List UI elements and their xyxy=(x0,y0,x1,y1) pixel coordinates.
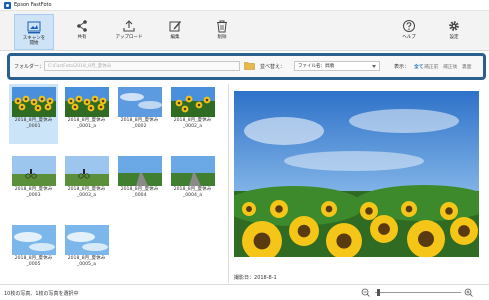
photo-thumbnail[interactable]: 2018_8月_夏休み _0003 xyxy=(9,153,58,213)
photo-thumbnail[interactable]: 2018_8月_夏休み _0004_a xyxy=(168,153,217,213)
folder-path-field[interactable]: C:\FastFoto\2018_8月_夏休み xyxy=(44,61,240,71)
display-label: 表示： xyxy=(394,64,410,70)
title-bar: Epson FastFoto xyxy=(0,0,489,11)
zoom-slider-handle[interactable] xyxy=(376,289,380,296)
thumbnail-image xyxy=(64,225,109,255)
shot-date: 撮影日：2018-8-1 xyxy=(234,274,277,281)
delete-button-label: 削除 xyxy=(217,35,227,40)
photo-thumbnail[interactable]: 2018_8月_夏休み _0005_a xyxy=(62,222,111,282)
settings-button-label: 設定 xyxy=(449,35,459,40)
scanner-icon xyxy=(27,21,41,34)
thumbnail-grid: 2018_8月_夏休み _0001 2018_8月_夏休み _0001_a 2018… xyxy=(9,84,225,284)
thumbnail-caption: 2018_8月_夏休み _0003_a xyxy=(67,187,106,198)
thumbnail-caption: 2018_8月_夏休み _0001 xyxy=(14,118,53,129)
thumbnail-caption: 2018_8月_夏休み _0004_a xyxy=(173,187,212,198)
upload-button-label: アップロード xyxy=(115,35,143,40)
share-button[interactable]: 共有 xyxy=(62,14,102,50)
photo-thumbnail[interactable]: 2018_8月_夏休み _0001 xyxy=(9,84,58,144)
thumbnail-image xyxy=(117,156,162,186)
photo-thumbnail[interactable]: 2018_8月_夏休み _0002_a xyxy=(168,84,217,144)
upload-icon xyxy=(123,20,135,32)
thumbnail-image xyxy=(11,87,56,117)
thumbnail-image xyxy=(64,156,109,186)
scan-button[interactable]: スキャンを 開始 xyxy=(14,14,54,50)
photo-thumbnail[interactable]: 2018_8月_夏休み _0004 xyxy=(115,153,164,213)
thumbnail-caption: 2018_8月_夏休み _0005 xyxy=(14,256,53,267)
settings-button[interactable]: 設定 xyxy=(434,14,474,50)
trash-icon xyxy=(217,20,227,33)
thumbnail-image xyxy=(170,156,215,186)
thumbnail-caption: 2018_8月_夏休み _0001_a xyxy=(67,118,106,129)
gear-icon xyxy=(449,21,459,31)
folder-label: フォルダー： xyxy=(14,64,45,70)
help-button[interactable]: ヘルプ xyxy=(389,14,429,50)
display-option-all[interactable]: 全て xyxy=(414,63,424,70)
status-bar: 10枚の写真、1枚の写真を選択中 xyxy=(0,284,489,300)
folder-icon[interactable] xyxy=(244,61,255,70)
thumbnail-caption: 2018_8月_夏休み _0002_a xyxy=(173,118,212,129)
zoom-in-icon[interactable] xyxy=(464,288,473,297)
shot-date-value: 2018-8-1 xyxy=(254,275,277,281)
display-option-after[interactable]: 補正後 xyxy=(443,63,457,70)
zoom-out-icon[interactable] xyxy=(361,288,370,297)
sunflower-photo xyxy=(234,91,479,257)
scan-button-label: スキャンを 開始 xyxy=(22,36,46,46)
thumbnail-image xyxy=(64,87,109,117)
photo-thumbnail[interactable]: 2018_8月_夏休み _0002 xyxy=(115,84,164,144)
photo-thumbnail[interactable]: 2018_8月_夏休み _0001_a xyxy=(62,84,111,144)
app-title: Epson FastFoto xyxy=(14,2,52,8)
thumbnail-caption: 2018_8月_夏休み _0004 xyxy=(120,187,159,198)
thumbnail-image xyxy=(11,225,56,255)
thumbnail-caption: 2018_8月_夏休み _0005_a xyxy=(67,256,106,267)
thumbnail-image xyxy=(11,156,56,186)
help-button-label: ヘルプ xyxy=(402,35,416,40)
thumbnail-caption: 2018_8月_夏休み _0002 xyxy=(120,118,159,129)
photo-thumbnail[interactable]: 2018_8月_夏休み _0005 xyxy=(9,222,58,282)
pane-divider xyxy=(228,84,229,283)
thumbnail-image xyxy=(117,87,162,117)
edit-icon xyxy=(169,21,181,32)
display-option-before[interactable]: 補正前 xyxy=(424,63,438,70)
status-text: 10枚の写真、1枚の写真を選択中 xyxy=(4,291,79,297)
filter-bar: フォルダー： C:\FastFoto\2018_8月_夏休み 並べ替え： ファイ… xyxy=(7,53,486,80)
share-button-label: 共有 xyxy=(77,35,87,40)
chevron-down-icon xyxy=(372,65,376,68)
thumbnail-caption: 2018_8月_夏休み _0003 xyxy=(14,187,53,198)
zoom-slider[interactable] xyxy=(375,292,461,293)
shot-date-label: 撮影日： xyxy=(234,275,255,281)
share-icon xyxy=(77,20,87,32)
sort-label: 並べ替え： xyxy=(260,64,286,70)
sort-select[interactable]: ファイル名：昇順 xyxy=(294,61,380,71)
sort-select-value: ファイル名：昇順 xyxy=(298,64,334,69)
photo-preview xyxy=(234,91,479,257)
thumbnail-image xyxy=(170,87,215,117)
upload-button[interactable]: アップロード xyxy=(109,14,149,50)
help-icon xyxy=(403,20,415,32)
delete-button[interactable]: 削除 xyxy=(202,14,242,50)
toolbar: スキャンを 開始 共有 アップロード 編集 削除 ヘルプ 設定 xyxy=(0,11,489,51)
app-logo-icon xyxy=(4,2,11,9)
photo-thumbnail[interactable]: 2018_8月_夏休み _0003_a xyxy=(62,153,111,213)
edit-button-label: 編集 xyxy=(170,35,180,40)
display-option-back[interactable]: 裏面 xyxy=(462,63,472,70)
edit-button[interactable]: 編集 xyxy=(155,14,195,50)
